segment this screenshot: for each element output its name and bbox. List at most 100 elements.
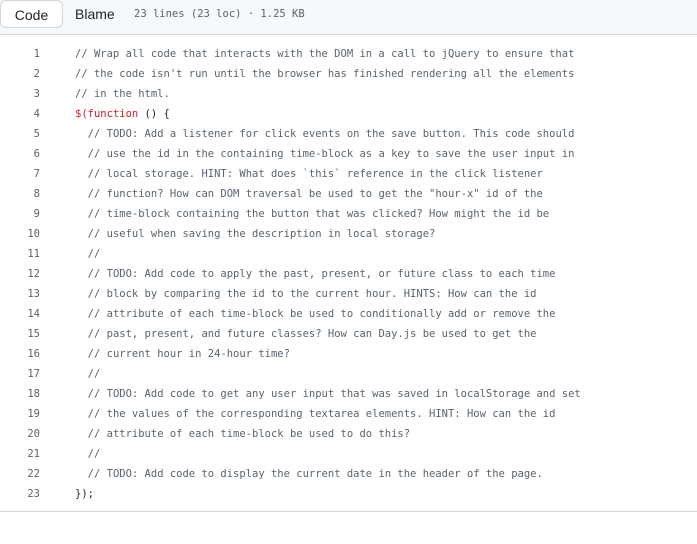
code-line: 22 // TODO: Add code to display the curr… xyxy=(0,464,697,484)
code-token: // attribute of each time-block be used … xyxy=(87,308,556,320)
code-line: 10 // useful when saving the description… xyxy=(0,224,697,244)
code-line: 6 // use the id in the containing time-b… xyxy=(0,144,697,164)
line-number[interactable]: 21 xyxy=(0,444,40,464)
code-viewer[interactable]: 1 // Wrap all code that interacts with th… xyxy=(0,44,697,504)
line-content: // TODO: Add code to apply the past, pre… xyxy=(75,264,556,284)
divider xyxy=(0,511,697,512)
code-line: 20 // attribute of each time-block be us… xyxy=(0,424,697,444)
line-content: // in the html. xyxy=(75,84,170,104)
line-content: // xyxy=(75,364,101,384)
line-number[interactable]: 13 xyxy=(0,284,40,304)
line-number[interactable]: 5 xyxy=(0,124,40,144)
line-number[interactable]: 10 xyxy=(0,224,40,244)
line-content: // the code isn't run until the browser … xyxy=(75,64,574,84)
line-content: // attribute of each time-block be used … xyxy=(75,304,556,324)
line-number[interactable]: 2 xyxy=(0,64,40,84)
code-line: 14 // attribute of each time-block be us… xyxy=(0,304,697,324)
line-number[interactable]: 18 xyxy=(0,384,40,404)
line-content: // TODO: Add a listener for click events… xyxy=(75,124,575,144)
line-number[interactable]: 7 xyxy=(0,164,40,184)
code-token: // TODO: Add a listener for click events… xyxy=(87,128,575,140)
line-content: // use the id in the containing time-blo… xyxy=(75,144,575,164)
code-token: // Wrap all code that interacts with the… xyxy=(75,48,575,60)
code-token: // past, present, and future classes? Ho… xyxy=(87,328,537,340)
code-line: 23}); xyxy=(0,484,697,504)
code-line: 11 // xyxy=(0,244,697,264)
line-content: }); xyxy=(75,484,94,504)
line-number[interactable]: 6 xyxy=(0,144,40,164)
code-token: // xyxy=(87,448,101,460)
code-line: 4 $(function () { xyxy=(0,104,697,124)
code-token: // current hour in 24-hour time? xyxy=(87,348,290,360)
code-token: // block by comparing the id to the curr… xyxy=(87,288,537,300)
code-line: 8 // function? How can DOM traversal be … xyxy=(0,184,697,204)
code-token: // local storage. HINT: What does `this`… xyxy=(87,168,543,180)
code-tab[interactable]: Code xyxy=(0,0,63,28)
code-token: () { xyxy=(138,108,170,120)
line-content: // function? How can DOM traversal be us… xyxy=(75,184,543,204)
code-line: 9 // time-block containing the button th… xyxy=(0,204,697,224)
code-line: 7 // local storage. HINT: What does `thi… xyxy=(0,164,697,184)
code-line: 21 // xyxy=(0,444,697,464)
line-content: // TODO: Add code to get any user input … xyxy=(75,384,581,404)
code-token: // use the id in the containing time-blo… xyxy=(87,148,575,160)
line-content: // attribute of each time-block be used … xyxy=(75,424,410,444)
code-line: 5 // TODO: Add a listener for click even… xyxy=(0,124,697,144)
line-number[interactable]: 12 xyxy=(0,264,40,284)
code-token: // function? How can DOM traversal be us… xyxy=(87,188,543,200)
line-content: // xyxy=(75,444,101,464)
line-content: // time-block containing the button that… xyxy=(75,204,549,224)
file-toolbar: Code Blame 23 lines (23 loc) · 1.25 KB xyxy=(0,0,697,35)
line-number[interactable]: 3 xyxy=(0,84,40,104)
line-number[interactable]: 4 xyxy=(0,104,40,124)
line-content: // current hour in 24-hour time? xyxy=(75,344,290,364)
line-content: // xyxy=(75,244,101,264)
line-content: // local storage. HINT: What does `this`… xyxy=(75,164,543,184)
line-content: // useful when saving the description in… xyxy=(75,224,436,244)
line-number[interactable]: 8 xyxy=(0,184,40,204)
line-content: // the values of the corresponding texta… xyxy=(75,404,556,424)
line-number[interactable]: 9 xyxy=(0,204,40,224)
code-line: 12 // TODO: Add code to apply the past, … xyxy=(0,264,697,284)
blame-tab[interactable]: Blame xyxy=(63,0,127,28)
line-content: // TODO: Add code to display the current… xyxy=(75,464,543,484)
line-number[interactable]: 14 xyxy=(0,304,40,324)
line-content: $(function () { xyxy=(75,104,170,124)
line-number[interactable]: 22 xyxy=(0,464,40,484)
view-toggle: Code Blame xyxy=(0,0,127,28)
line-content: // block by comparing the id to the curr… xyxy=(75,284,537,304)
line-number[interactable]: 19 xyxy=(0,404,40,424)
code-token: // attribute of each time-block be used … xyxy=(87,428,411,440)
line-number[interactable]: 1 xyxy=(0,44,40,64)
code-line: 16 // current hour in 24-hour time? xyxy=(0,344,697,364)
line-number[interactable]: 11 xyxy=(0,244,40,264)
line-number[interactable]: 20 xyxy=(0,424,40,444)
code-line: 15 // past, present, and future classes?… xyxy=(0,324,697,344)
line-number[interactable]: 23 xyxy=(0,484,40,504)
code-token: // the code isn't run until the browser … xyxy=(75,68,575,80)
code-line: 18 // TODO: Add code to get any user inp… xyxy=(0,384,697,404)
code-token: // time-block containing the button that… xyxy=(87,208,550,220)
line-number[interactable]: 17 xyxy=(0,364,40,384)
code-token: // TODO: Add code to display the current… xyxy=(87,468,543,480)
line-number[interactable]: 15 xyxy=(0,324,40,344)
code-token: // TODO: Add code to get any user input … xyxy=(87,388,581,400)
line-content: // Wrap all code that interacts with the… xyxy=(75,44,574,64)
code-line: 2 // the code isn't run until the browser… xyxy=(0,64,697,84)
line-number[interactable]: 16 xyxy=(0,344,40,364)
code-line: 13 // block by comparing the id to the c… xyxy=(0,284,697,304)
